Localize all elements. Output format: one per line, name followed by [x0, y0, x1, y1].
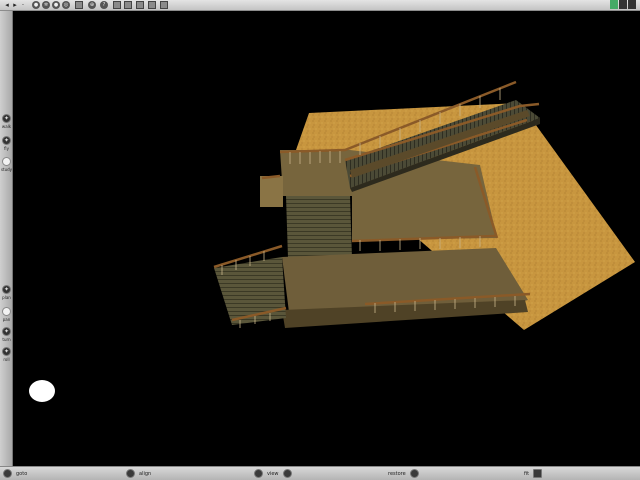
- fullscreen-icon[interactable]: [75, 1, 83, 9]
- turn-button[interactable]: ✦ turn: [0, 327, 13, 342]
- study-icon: [2, 157, 11, 166]
- record-icon[interactable]: ●: [52, 1, 60, 9]
- navigation-sidebar: ✦ walk ✦ fly study ✦ plan pan ✦ turn ✦ r…: [0, 11, 13, 466]
- minimize-icon[interactable]: [610, 0, 618, 9]
- toggle-icon[interactable]: [124, 1, 132, 9]
- side-block: [260, 176, 283, 207]
- plan-icon: ✦: [2, 285, 11, 294]
- view-button[interactable]: view: [254, 469, 292, 478]
- arrow-back-icon[interactable]: ◂: [3, 1, 11, 9]
- walk-button[interactable]: ✦ walk: [0, 114, 13, 129]
- walk-icon: ✦: [2, 114, 11, 123]
- pan-label: pan: [2, 317, 11, 322]
- view-next-icon: [282, 469, 292, 478]
- page-icon[interactable]: [113, 1, 121, 9]
- settings-icon[interactable]: ✲: [42, 1, 50, 9]
- restore-button[interactable]: restore: [388, 469, 419, 478]
- goto-button[interactable]: goto: [3, 469, 27, 478]
- globe-icon[interactable]: ●: [32, 1, 40, 9]
- align-label: align: [139, 470, 152, 477]
- fit-button[interactable]: fit: [524, 469, 543, 478]
- close-icon[interactable]: [628, 0, 636, 9]
- maximize-icon[interactable]: [619, 0, 627, 9]
- fly-button[interactable]: ✦ fly: [0, 136, 13, 151]
- align-button[interactable]: align: [126, 469, 151, 478]
- arrow-forward-icon[interactable]: ▸: [11, 1, 19, 9]
- fit-label: fit: [524, 470, 530, 477]
- target-icon[interactable]: ◎: [62, 1, 70, 9]
- restore-icon: [409, 469, 419, 478]
- menu-icon[interactable]: ·: [19, 1, 27, 9]
- goto-label: goto: [16, 470, 28, 477]
- walk-label: walk: [1, 124, 12, 129]
- fly-label: fly: [4, 146, 9, 151]
- navigation-cursor[interactable]: [29, 380, 55, 402]
- study-label: study: [0, 167, 13, 172]
- panel-icon[interactable]: [160, 1, 168, 9]
- pan-icon: [2, 307, 11, 316]
- goto-icon: [3, 469, 12, 478]
- study-button[interactable]: study: [0, 157, 13, 172]
- stair-model: [213, 80, 635, 330]
- bottom-toolbar: goto align view restore fit: [0, 466, 640, 480]
- turn-icon: ✦: [2, 327, 11, 336]
- roll-button[interactable]: ✦ roll: [0, 347, 13, 362]
- central-stair: [286, 196, 352, 258]
- 3d-viewport[interactable]: [13, 11, 640, 466]
- plan-label: plan: [2, 295, 11, 300]
- fly-icon: ✦: [2, 136, 11, 145]
- turn-label: turn: [2, 337, 11, 342]
- roll-label: roll: [3, 357, 10, 362]
- align-icon: [126, 469, 135, 478]
- folder-icon[interactable]: [136, 1, 144, 9]
- top-toolbar: ◂ ▸ · ● ✲ ● ◎ ⊕ ?: [0, 0, 640, 11]
- zoom-icon[interactable]: ⊕: [88, 1, 96, 9]
- restore-label: restore: [388, 470, 406, 477]
- window-controls: [610, 0, 638, 10]
- view-prev-icon: [254, 469, 263, 478]
- window-icon[interactable]: [148, 1, 156, 9]
- plan-button[interactable]: ✦ plan: [0, 285, 13, 300]
- help-icon[interactable]: ?: [100, 1, 108, 9]
- pan-button[interactable]: pan: [0, 307, 13, 322]
- fit-icon: [533, 469, 543, 478]
- view-label: view: [267, 470, 279, 477]
- roll-icon: ✦: [2, 347, 11, 356]
